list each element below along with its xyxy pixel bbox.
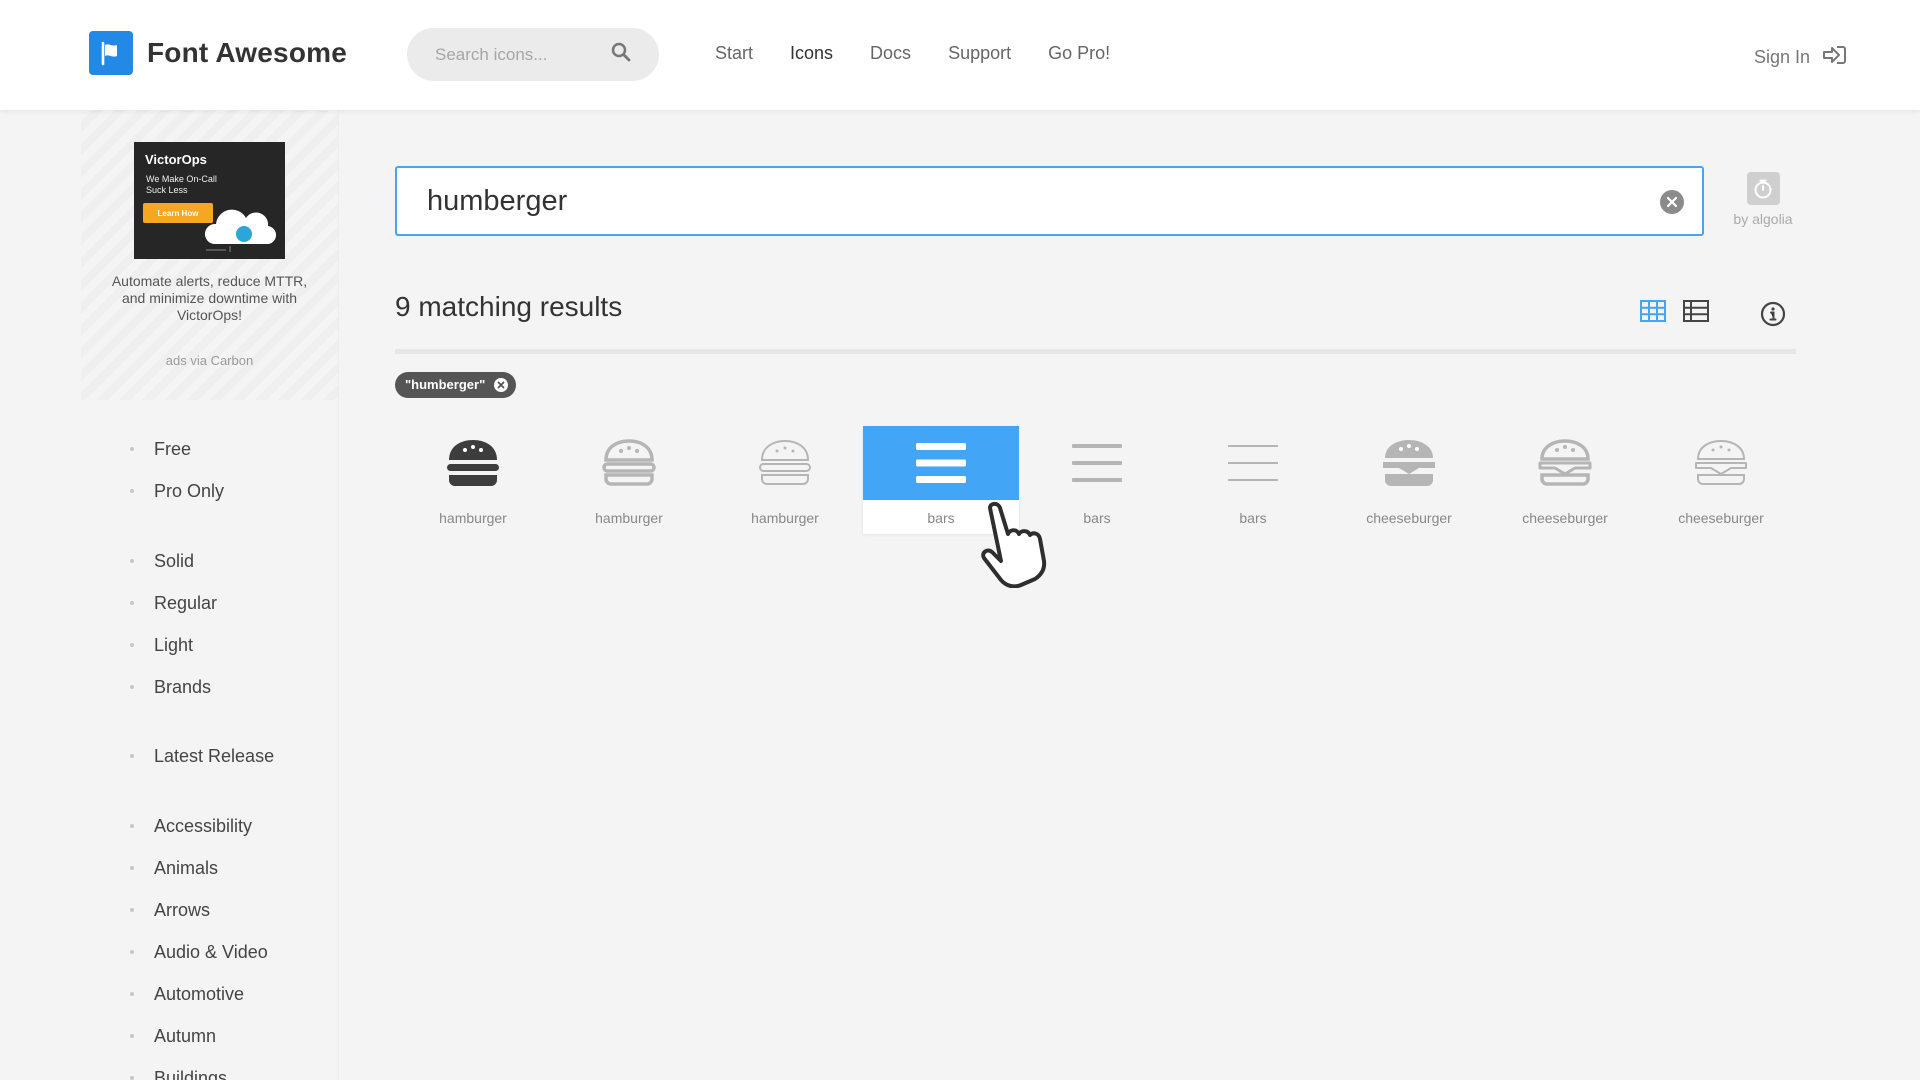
filter-regular[interactable]: Regular bbox=[130, 582, 217, 624]
brand-name: Font Awesome bbox=[147, 37, 347, 68]
category-animals[interactable]: Animals bbox=[130, 847, 268, 889]
result-cheeseburger-solid[interactable]: cheeseburger bbox=[1331, 426, 1487, 534]
results-count: 9 matching results bbox=[395, 291, 623, 322]
search-icon[interactable] bbox=[611, 42, 631, 67]
license-filter-list: Free Pro Only bbox=[130, 428, 224, 512]
result-label: hamburger bbox=[439, 510, 507, 526]
category-audio-video[interactable]: Audio & Video bbox=[130, 931, 268, 973]
filter-free[interactable]: Free bbox=[130, 428, 224, 470]
result-bars-light[interactable]: bars bbox=[1175, 426, 1331, 534]
table-view-icon[interactable] bbox=[1683, 300, 1709, 322]
bars-icon bbox=[1175, 426, 1331, 500]
ad-banner[interactable]: VictorOps We Make On-Call Suck Less Lear… bbox=[134, 142, 285, 259]
result-hamburger-solid[interactable]: hamburger bbox=[395, 426, 551, 534]
ad-brand: VictorOps bbox=[145, 152, 207, 167]
brand[interactable]: Font Awesome bbox=[89, 31, 347, 75]
result-hamburger-regular[interactable]: hamburger bbox=[551, 426, 707, 534]
style-filter-list: Solid Regular Light Brands bbox=[130, 540, 217, 708]
nav-support[interactable]: Support bbox=[948, 43, 1011, 64]
result-label: cheeseburger bbox=[1678, 510, 1764, 526]
release-filter-list: Latest Release bbox=[130, 735, 274, 777]
nav-start[interactable]: Start bbox=[715, 43, 753, 64]
cheeseburger-icon bbox=[1487, 426, 1643, 500]
result-label: bars bbox=[1239, 510, 1267, 526]
cloud-icon bbox=[204, 209, 277, 252]
filter-light[interactable]: Light bbox=[130, 624, 217, 666]
category-arrows[interactable]: Arrows bbox=[130, 889, 268, 931]
icon-search-input[interactable] bbox=[427, 184, 1577, 218]
nav-go-pro[interactable]: Go Pro! bbox=[1048, 43, 1110, 64]
algolia-badge[interactable]: by algolia bbox=[1730, 172, 1796, 227]
search-tag-chip[interactable]: "humberger" bbox=[395, 372, 517, 398]
hamburger-icon bbox=[551, 426, 707, 500]
ad-copy[interactable]: Automate alerts, reduce MTTR, and minimi… bbox=[106, 273, 313, 324]
nav-icons[interactable]: Icons bbox=[790, 43, 833, 64]
flag-icon bbox=[89, 31, 133, 75]
result-label: hamburger bbox=[751, 510, 819, 526]
filter-latest-release[interactable]: Latest Release bbox=[130, 735, 274, 777]
category-buildings[interactable]: Buildings bbox=[130, 1057, 268, 1080]
grid-view-icon[interactable] bbox=[1640, 300, 1666, 322]
category-filter-list: Accessibility Animals Arrows Audio & Vid… bbox=[130, 805, 268, 1080]
carbon-ad: VictorOps We Make On-Call Suck Less Lear… bbox=[81, 110, 338, 400]
result-hamburger-light[interactable]: hamburger bbox=[707, 426, 863, 534]
sign-in-link[interactable]: Sign In bbox=[1754, 44, 1848, 71]
result-label: cheeseburger bbox=[1522, 510, 1608, 526]
stopwatch-icon bbox=[1746, 172, 1780, 205]
category-autumn[interactable]: Autumn bbox=[130, 1015, 268, 1057]
result-label: cheeseburger bbox=[1366, 510, 1452, 526]
icon-search-box[interactable] bbox=[395, 166, 1704, 236]
cheeseburger-icon bbox=[1331, 426, 1487, 500]
bars-icon bbox=[1019, 426, 1175, 500]
results-divider bbox=[395, 349, 1796, 354]
bars-icon bbox=[863, 426, 1019, 500]
result-cheeseburger-regular[interactable]: cheeseburger bbox=[1487, 426, 1643, 534]
category-accessibility[interactable]: Accessibility bbox=[130, 805, 268, 847]
view-toggle bbox=[1640, 300, 1726, 322]
info-icon[interactable] bbox=[1760, 301, 1786, 332]
top-navigation-bar: Font Awesome Start Icons Docs Support Go… bbox=[0, 0, 1920, 110]
hamburger-icon bbox=[395, 426, 551, 500]
sign-in-label: Sign In bbox=[1753, 47, 1810, 67]
filter-solid[interactable]: Solid bbox=[130, 540, 217, 582]
sign-in-icon bbox=[1810, 44, 1848, 71]
icon-results-grid: hamburger hamburger hamburger bars bars … bbox=[395, 426, 1799, 534]
filter-brands[interactable]: Brands bbox=[130, 666, 217, 708]
result-cheeseburger-light[interactable]: cheeseburger bbox=[1643, 426, 1799, 534]
hamburger-icon bbox=[707, 426, 863, 500]
ad-tagline: We Make On-Call Suck Less bbox=[146, 174, 217, 195]
header-search-input[interactable] bbox=[435, 44, 610, 65]
nav-docs[interactable]: Docs bbox=[870, 43, 911, 64]
header-search[interactable] bbox=[407, 28, 659, 81]
sidebar-divider bbox=[338, 110, 339, 1080]
ad-via[interactable]: ads via Carbon bbox=[81, 353, 338, 368]
algolia-label: by algolia bbox=[1733, 211, 1793, 227]
remove-tag-icon[interactable] bbox=[494, 378, 509, 392]
category-automotive[interactable]: Automotive bbox=[130, 973, 268, 1015]
cheeseburger-icon bbox=[1643, 426, 1799, 500]
main-nav: Start Icons Docs Support Go Pro! bbox=[715, 43, 1147, 64]
hand-pointer-cursor-icon bbox=[981, 501, 1047, 588]
search-tag-label: "humberger" bbox=[405, 377, 486, 392]
filter-pro-only[interactable]: Pro Only bbox=[130, 470, 224, 512]
clear-search-button[interactable] bbox=[1660, 190, 1684, 214]
result-label: hamburger bbox=[595, 510, 663, 526]
